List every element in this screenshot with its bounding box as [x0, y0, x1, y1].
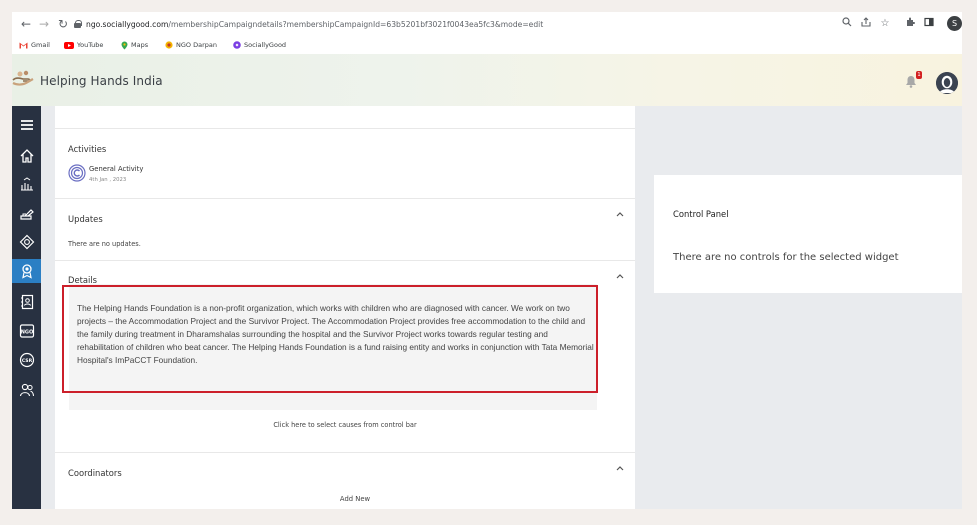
- sociallygood-icon: [233, 41, 241, 49]
- notification-badge: 1: [916, 71, 922, 79]
- csr-icon: CSR: [19, 352, 34, 368]
- share-icon[interactable]: [859, 17, 873, 32]
- sidebar-item-ngo[interactable]: NGO: [12, 319, 41, 343]
- sidebar-item-csr[interactable]: CSR: [12, 348, 41, 372]
- campaign-details-panel: Activities General Activity 4th Jan , 20…: [55, 106, 635, 509]
- user-silhouette-icon: [936, 72, 958, 94]
- gmail-icon: [19, 42, 28, 48]
- extensions-icon[interactable]: [903, 17, 917, 32]
- bookmark-label: SociallyGood: [244, 41, 287, 49]
- updates-collapse-chevron-icon[interactable]: [615, 210, 625, 218]
- details-collapse-chevron-icon[interactable]: [615, 272, 625, 280]
- sidebar-item-programs[interactable]: [12, 230, 41, 254]
- url-path: /membershipCampaigndetails?membershipCam…: [168, 20, 544, 29]
- back-arrow-icon[interactable]: ←: [18, 16, 34, 32]
- hands-donation-icon: [20, 177, 33, 191]
- maps-icon: [121, 41, 128, 49]
- people-icon: [19, 383, 34, 397]
- updates-empty-text: There are no updates.: [68, 240, 141, 248]
- forward-arrow-icon[interactable]: →: [36, 16, 52, 32]
- svg-text:NGO: NGO: [20, 330, 33, 336]
- coordinators-title: Coordinators: [68, 468, 122, 478]
- sidebar-item-menu[interactable]: [12, 113, 41, 137]
- bookmark-youtube[interactable]: YouTube: [64, 40, 103, 51]
- causes-hint[interactable]: Click here to select causes from control…: [55, 421, 635, 429]
- main-content: Activities General Activity 4th Jan , 20…: [41, 106, 962, 509]
- bookmark-ngo-darpan[interactable]: NGO Darpan: [165, 40, 217, 51]
- diamond-badge-icon: [19, 234, 34, 250]
- megaphone-icon: [19, 209, 34, 220]
- browser-window: ← → ↻ ngo.sociallygood.com/membershipCam…: [12, 12, 962, 509]
- control-panel: Control Panel There are no controls for …: [654, 175, 962, 293]
- sidebar-item-campaigns[interactable]: [12, 202, 41, 226]
- app-header: Helping Hands India 1: [12, 54, 962, 106]
- control-panel-empty-text: There are no controls for the selected w…: [673, 252, 899, 263]
- bookmark-label: Maps: [131, 41, 149, 49]
- activity-date: 4th Jan , 2023: [89, 177, 127, 183]
- sidebar-item-donations[interactable]: [12, 172, 41, 196]
- add-coordinator-button[interactable]: Add New: [55, 495, 655, 503]
- youtube-icon: [64, 41, 74, 49]
- profile-avatar[interactable]: S: [947, 16, 962, 31]
- bookmark-star-icon[interactable]: ☆: [878, 17, 892, 31]
- url-bar[interactable]: ngo.sociallygood.com/membershipCampaignd…: [74, 15, 844, 34]
- ngo-darpan-icon: [165, 41, 173, 49]
- bookmark-sociallygood[interactable]: SociallyGood: [233, 40, 286, 51]
- bookmark-maps[interactable]: Maps: [121, 40, 148, 51]
- section-divider: [55, 198, 635, 199]
- side-panel-icon[interactable]: [922, 17, 936, 32]
- brand-name[interactable]: Helping Hands India: [40, 74, 163, 88]
- svg-text:CSR: CSR: [21, 358, 32, 364]
- highlight-annotation-box: [62, 285, 598, 393]
- lock-icon: [74, 20, 82, 28]
- section-divider: [55, 128, 635, 129]
- url-host: ngo.sociallygood.com: [86, 20, 169, 29]
- hamburger-menu-icon: [20, 120, 33, 130]
- bookmarks-bar: Gmail YouTube Maps NGO Darpan SociallyGo…: [12, 37, 962, 54]
- sidebar-item-home[interactable]: [12, 144, 41, 168]
- sidebar-item-contacts[interactable]: [12, 290, 41, 314]
- sidebar-item-membership[interactable]: [12, 259, 41, 283]
- coordinators-collapse-chevron-icon[interactable]: [615, 464, 625, 472]
- updates-title: Updates: [68, 214, 103, 224]
- sidebar: NGO CSR: [12, 106, 41, 509]
- address-book-icon: [20, 294, 33, 310]
- activities-title: Activities: [68, 144, 107, 154]
- bookmark-label: Gmail: [31, 41, 50, 49]
- section-divider: [55, 452, 635, 453]
- award-ribbon-icon: [21, 264, 32, 279]
- bookmark-label: YouTube: [77, 41, 104, 49]
- activity-title[interactable]: General Activity: [89, 165, 143, 173]
- zoom-icon[interactable]: [840, 17, 854, 32]
- home-icon: [20, 149, 33, 163]
- activity-type-icon: [68, 164, 86, 182]
- bookmark-label: NGO Darpan: [176, 41, 217, 49]
- address-bar-row: ← → ↻ ngo.sociallygood.com/membershipCam…: [12, 12, 962, 37]
- control-panel-title: Control Panel: [673, 209, 729, 219]
- user-avatar[interactable]: [936, 72, 958, 94]
- section-divider: [55, 260, 635, 261]
- sidebar-item-volunteers[interactable]: [12, 378, 41, 402]
- reload-icon[interactable]: ↻: [55, 16, 71, 32]
- ngo-icon: NGO: [19, 324, 34, 338]
- helping-hands-logo-icon[interactable]: [12, 69, 36, 87]
- bookmark-gmail[interactable]: Gmail: [19, 40, 50, 51]
